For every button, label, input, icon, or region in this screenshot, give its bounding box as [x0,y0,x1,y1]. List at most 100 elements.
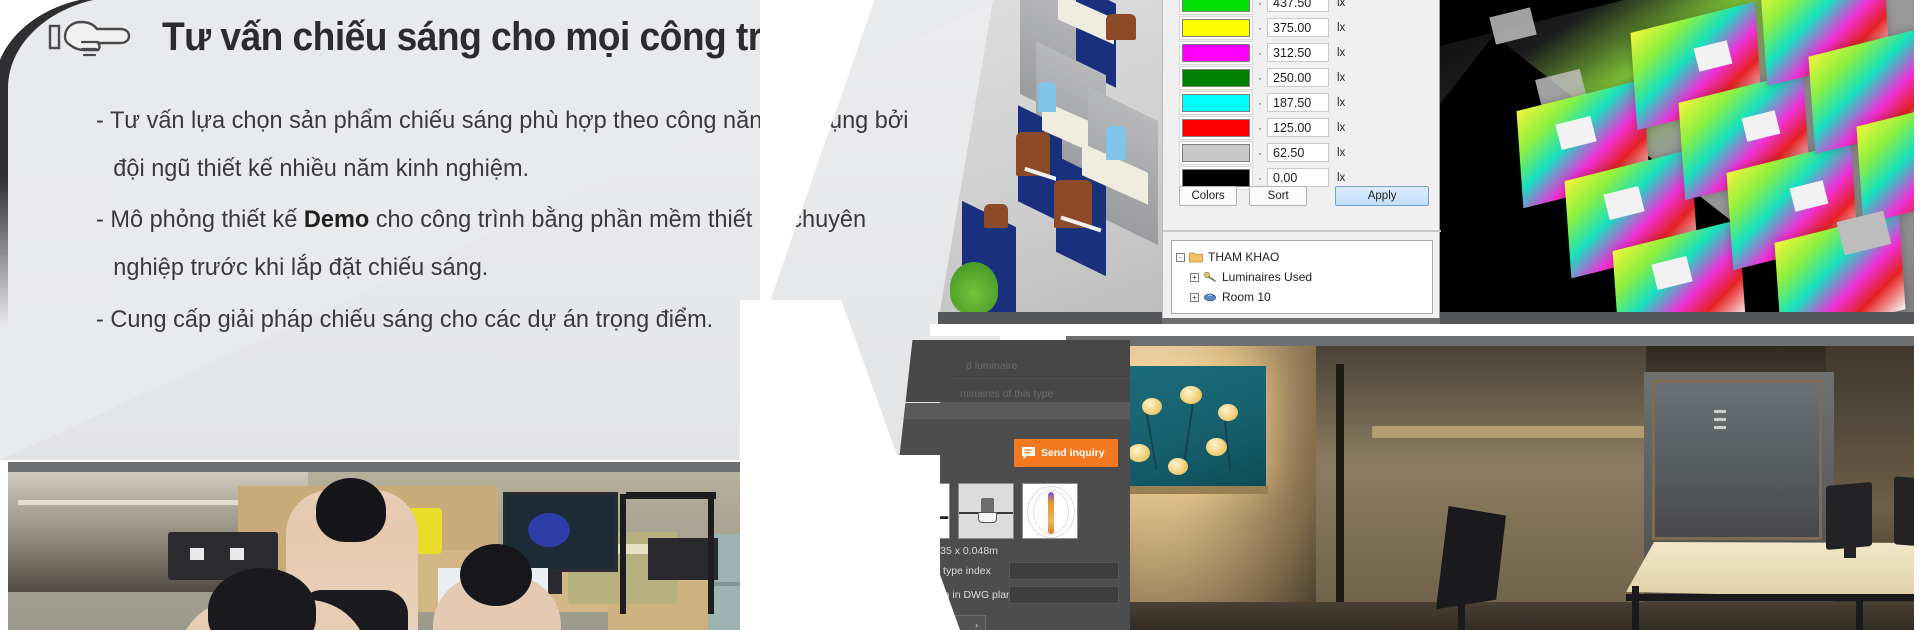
tree-label: Room 10 [1222,290,1271,304]
tree-expander-icon[interactable]: + [1190,292,1199,302]
color-swatch[interactable] [1182,118,1250,137]
unit-label: lx [1337,46,1346,59]
luminaire-shade [978,512,997,523]
tree-item-room-10[interactable]: + Room 10 [1176,287,1432,307]
room-icon [1204,293,1216,302]
unit-label: lx [1337,71,1346,84]
right-edge-margin [1914,0,1920,630]
tree-item-tham-khao[interactable]: - THAM KHAO [1176,247,1432,267]
apply-button[interactable]: Apply [1335,186,1429,206]
panel-divider [1163,230,1441,232]
color-row[interactable]: · 437.50 lx [1179,0,1429,15]
horizontal-white-gap [930,324,1920,336]
color-swatch[interactable] [1182,43,1250,62]
pointing-hand-icon [48,20,131,57]
photo-frame-rod-2 [708,494,714,614]
luminaire-type-index-input[interactable] [1009,562,1119,580]
unit-label: lx [1337,121,1346,134]
color-row[interactable]: · 312.50 lx [1179,40,1429,65]
dialux-false-color-render [1440,0,1920,322]
color-swatch-wrapper[interactable] [1179,140,1253,165]
row-separator: · [1258,20,1262,35]
panel-header-bar [880,403,1130,419]
thumbnail-polar-diagram[interactable] [1022,483,1078,539]
false-color-scene [1440,0,1914,322]
row-separator: · [1258,120,1262,135]
interior-monitor-1 [1826,481,1872,551]
interior-chair-leg [1458,602,1465,630]
unit-label: lx [1337,96,1346,109]
color-swatch-wrapper[interactable] [1179,65,1253,90]
illuminance-value-input[interactable]: 312.50 [1267,43,1329,62]
project-tree-view[interactable]: - THAM KHAO + Luminaires Used + Room 10 [1171,240,1433,314]
color-swatch-wrapper[interactable] [1179,90,1253,115]
bullet-2-text-a: - Mô phỏng thiết kế [96,206,304,234]
illuminance-value-input[interactable]: 187.50 [1267,93,1329,112]
send-inquiry-button[interactable]: Send inquiry [1014,439,1118,467]
false-color-bottom-bar [1440,312,1914,324]
chevron-right-icon: › [975,620,978,630]
color-swatch-wrapper[interactable] [1179,115,1253,140]
interior-window-light-dots [1714,410,1726,413]
color-swatch-wrapper[interactable] [1179,40,1253,65]
tree-label: Luminaires Used [1222,270,1313,284]
unit-label: lx [1337,0,1346,9]
interior-table-rim [1626,594,1920,601]
chat-bubble-icon [1022,447,1035,459]
tree-item-luminaires-used[interactable]: + Luminaires Used [1176,267,1432,287]
dwg-designation-input[interactable] [1009,586,1119,604]
color-row[interactable]: · 250.00 lx [1179,65,1429,90]
illuminance-value-input[interactable]: 62.50 [1267,143,1329,162]
illuminance-value-input[interactable]: 125.00 [1267,118,1329,137]
illuminance-value-input[interactable]: 0.00 [1267,168,1329,187]
row-separator: · [1258,95,1262,110]
office-workers-photo [8,462,856,630]
render-chair-back-cyan-2 [1106,126,1126,160]
render-chair-back-cyan-1 [1038,82,1056,112]
colors-button[interactable]: Colors [1179,186,1238,206]
row-separator: · [1258,145,1262,160]
panel-row-divider-1 [952,378,1130,379]
color-swatch[interactable] [1182,168,1250,187]
tree-expander-icon[interactable]: + [1190,272,1199,282]
sort-button[interactable]: Sort [1249,186,1308,206]
illuminance-value-input[interactable]: 437.50 [1267,0,1329,12]
color-row[interactable]: · 125.00 lx [1179,115,1429,140]
color-value-rows: · 437.50 lx · 375.00 lx · 312.50 lx · 25… [1179,0,1429,190]
interior-ceiling-rail [1372,426,1662,438]
color-swatch[interactable] [1182,0,1250,12]
color-swatch[interactable] [1182,93,1250,112]
color-row[interactable]: · 187.50 lx [1179,90,1429,115]
thumbnail-luminaire-section[interactable] [958,483,1014,539]
bullet-2-text-demo: Demo [303,206,370,234]
color-swatch-wrapper[interactable] [1179,15,1253,40]
interior-table-leg-2 [1856,596,1863,630]
unit-label: lx [1337,171,1346,184]
page-title: Tư vấn chiếu sáng cho mọi công trình [162,14,816,59]
row-separator: · [1258,0,1262,10]
photo-person-1-head [316,478,386,542]
interior-table-leg-1 [1632,586,1639,630]
color-row[interactable]: · 375.00 lx [1179,15,1429,40]
send-inquiry-label: Send inquiry [1041,447,1105,459]
interior-door-gap [1336,364,1344,626]
dialux-interior-render [1066,336,1920,630]
faded-label-2: minaires of this type [960,388,1054,400]
color-swatch-wrapper[interactable] [1179,0,1253,15]
color-swatch[interactable] [1182,68,1250,87]
unit-label: lx [1337,146,1346,159]
color-swatch[interactable] [1182,143,1250,162]
bullet-2-line-2: nghiệp trước khi lắp đặt chiếu sáng. [113,254,489,282]
tree-expander-icon[interactable]: - [1176,252,1185,262]
folder-icon [1189,252,1203,263]
illuminance-value-input[interactable]: 250.00 [1267,68,1329,87]
panel-upper-section: d luminaire minaires of this type [880,340,1130,403]
photo-frame-rod-1 [620,494,626,614]
interior-monitor-stand-1 [1844,544,1856,558]
dialux-button-row: Colors Sort Apply [1179,186,1429,206]
color-swatch[interactable] [1182,18,1250,37]
slide-canvas: Tư vấn chiếu sáng cho mọi công trình - T… [0,0,1920,630]
color-row[interactable]: · 62.50 lx [1179,140,1429,165]
illuminance-value-input[interactable]: 375.00 [1267,18,1329,37]
render-chair-1 [1106,14,1136,40]
